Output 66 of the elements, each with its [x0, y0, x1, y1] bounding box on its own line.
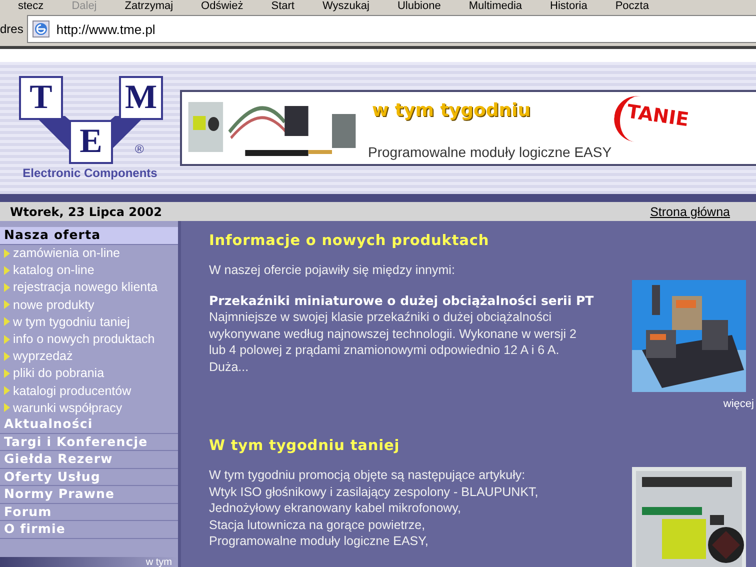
toolbar-button[interactable]: Zatrzymaj	[110, 1, 188, 12]
toolbar-button[interactable]: Poczta	[601, 1, 663, 12]
bullet-icon	[4, 266, 10, 275]
sidebar-item[interactable]: info o nowych produktach	[0, 330, 178, 348]
bullet-icon	[4, 282, 10, 292]
body-text: Programowalne moduły logiczne EASY,	[209, 533, 430, 550]
home-link[interactable]: Strona główna	[650, 204, 730, 218]
sidebar-item[interactable]: w tym tygodniu taniej	[0, 313, 178, 330]
sidebar-item[interactable]: rejestracja nowego klienta	[0, 278, 178, 296]
body-text: Najmniejsze w swojej klasie przekaźniki o dużej obciążalności	[209, 309, 553, 326]
toolbar-button[interactable]: Wyszukaj	[308, 1, 384, 12]
sidebar-section[interactable]: Nasza oferta	[0, 227, 178, 244]
stamp-label: TANIE	[610, 93, 691, 149]
sidebar-item[interactable]: nowe produkty	[0, 296, 178, 314]
url-text: http://www.tme.pl	[56, 22, 156, 36]
page-icon	[32, 20, 50, 38]
product-title: Przekaźniki miniaturowe o dużej obciążalności serii PT	[209, 292, 594, 309]
body-text: Jednożyłowy ekranowany kabel mikrofonowy,	[209, 500, 462, 516]
bullet-icon	[4, 300, 10, 310]
body-text: Stacja lutownicza na gorące powietrze,	[209, 516, 426, 533]
logo-letter: M	[119, 76, 163, 120]
body-text: lub 4 polowej z prądami znamionowymi odpowiednio 12 A i 6 A.	[209, 342, 560, 358]
body-text: W tym tygodniu promocją objęte są następujące artykuły:	[209, 467, 526, 484]
body-text: wykonywane według najnowszej technologii. Wykonane w wersji 2	[209, 326, 578, 342]
bullet-icon	[4, 248, 10, 258]
registered-mark: ®	[135, 142, 144, 156]
toolbar-button[interactable]: Start	[257, 1, 308, 12]
toolbar-button[interactable]: Odśwież	[187, 1, 258, 12]
section-heading: W tym tygodniu taniej	[209, 438, 401, 454]
sidebar-section[interactable]: Giełda Rezerw	[0, 451, 178, 469]
banner-headline: w tym tygodniu	[372, 100, 532, 121]
sidebar-item[interactable]: warunki współpracy	[0, 399, 178, 416]
bullet-icon	[4, 334, 10, 344]
promo-banner[interactable]: w tym tygodniu Programowalne moduły logiczne EASY TANIE	[180, 90, 756, 166]
body-text: Wtyk ISO głośnikowy i zasilający zespolony - BLAUPUNKT,	[209, 484, 538, 500]
sidebar-item[interactable]: pliki do pobrania	[0, 364, 178, 382]
sidebar-section[interactable]: Targi i Konferencje	[0, 434, 178, 452]
intro-text: W naszej ofercie pojawiły się między innymi:	[209, 262, 456, 278]
logo-letter: E	[69, 120, 113, 164]
banner-caption: Programowalne moduły logiczne EASY	[368, 144, 612, 160]
logo-tagline: Electronic Components	[22, 166, 158, 180]
body-text: Duża...	[209, 358, 250, 375]
sidebar-item[interactable]: zamówienia on-line	[0, 244, 178, 262]
toolbar-button[interactable]: stecz	[4, 1, 58, 12]
section-heading: Informacje o nowych produktach	[209, 233, 490, 249]
sidebar-section[interactable]: Normy Prawne	[0, 486, 178, 504]
logo-letter: T	[19, 76, 63, 120]
bullet-icon	[4, 403, 10, 412]
toolbar-button[interactable]: Multimedia	[454, 1, 536, 12]
more-link[interactable]: więcej	[723, 398, 754, 410]
bullet-icon	[4, 352, 10, 361]
sidebar-section[interactable]: Aktualności	[0, 416, 178, 434]
sidebar-section[interactable]: O firmie	[0, 521, 178, 539]
toolbar-button[interactable]: Historia	[536, 1, 602, 12]
sidebar-item[interactable]: wyprzedaż	[0, 348, 178, 365]
toolbar-button[interactable]: Ulubione	[383, 1, 455, 12]
sidebar-section[interactable]: Oferty Usług	[0, 468, 178, 486]
address-field[interactable]: http://www.tme.pl	[27, 15, 756, 43]
bullet-icon	[4, 386, 10, 396]
sidebar-item[interactable]: katalog on-line	[0, 262, 178, 279]
address-label: dres	[0, 22, 24, 36]
sidebar-item[interactable]: katalogi producentów	[0, 382, 178, 400]
sidebar-section[interactable]: Forum	[0, 504, 178, 522]
bullet-icon	[4, 317, 10, 326]
date-text: Wtorek, 23 Lipca 2002	[10, 204, 162, 218]
bullet-icon	[4, 368, 10, 378]
